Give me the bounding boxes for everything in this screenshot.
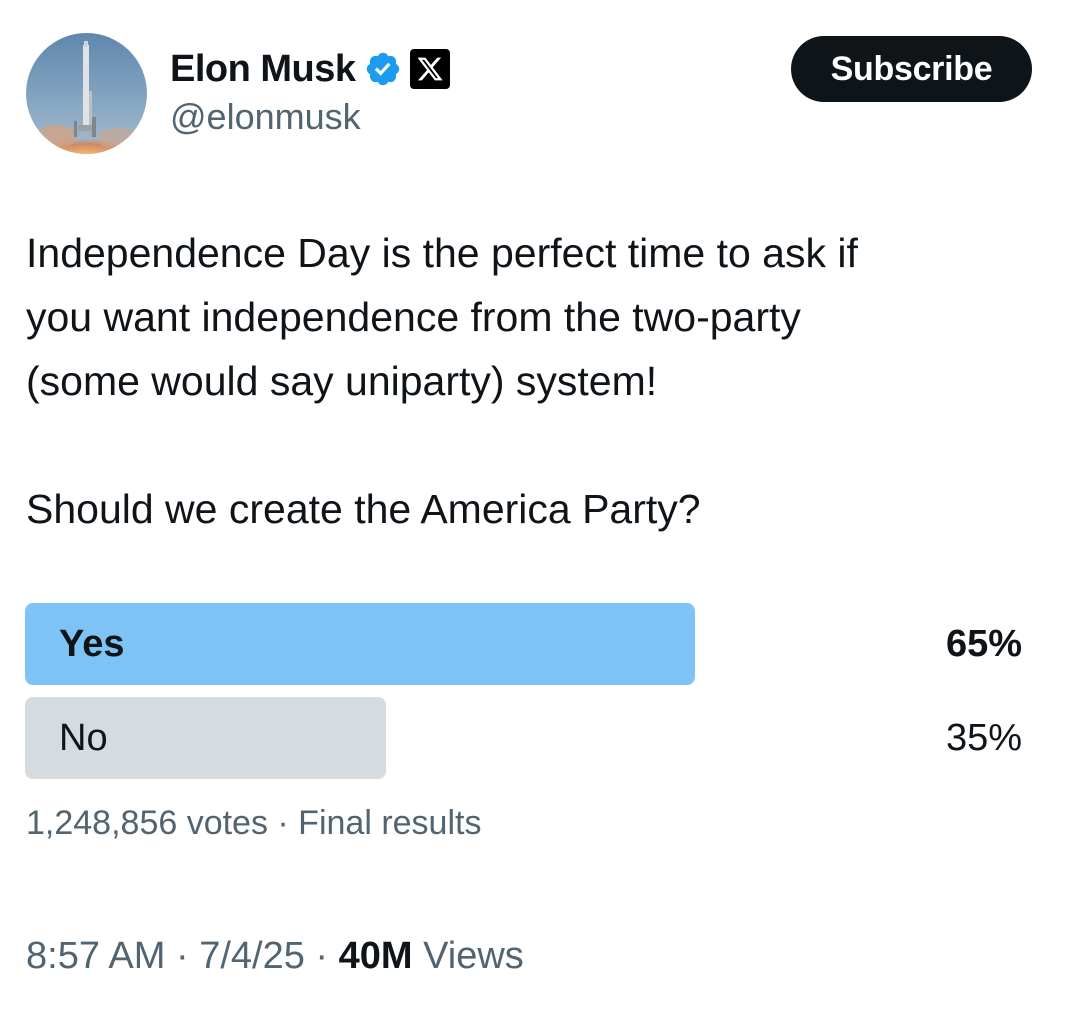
poll-option-percent: 65% [945,623,1022,665]
verified-badge-icon[interactable] [364,50,402,88]
poll-option-percent: 35% [945,717,1022,759]
views-label[interactable]: Views [413,935,524,977]
poll-option-yes: Yes 65% [25,603,1022,685]
tweet-text: Independence Day is the perfect time to … [26,230,858,532]
author-display-name[interactable]: Elon Musk [170,48,356,91]
author-handle[interactable]: @elonmusk [170,96,361,138]
x-logo-icon[interactable] [409,49,450,89]
subscribe-button[interactable]: Subscribe [791,36,1032,102]
poll-summary: 1,248,856 votes · Final results [26,804,482,842]
views-count[interactable]: 40M [339,935,413,977]
rocket-launch-avatar [26,33,147,154]
author-name-row: Elon Musk [170,44,450,94]
avatar[interactable] [26,33,147,154]
x-logo-glyph [416,57,443,81]
meta-separator: · [165,935,200,977]
poll-option-label: Yes [59,623,125,665]
poll-option-no: No 35% [25,697,1022,779]
tweet-time[interactable]: 8:57 AM [26,935,165,977]
meta-separator: · [304,935,339,977]
poll-option-label: No [59,717,108,759]
poll-bar-yes [25,603,695,685]
tweet-date[interactable]: 7/4/25 [199,935,305,977]
tweet-meta: 8:57 AM · 7/4/25 · 40M Views [26,930,524,982]
